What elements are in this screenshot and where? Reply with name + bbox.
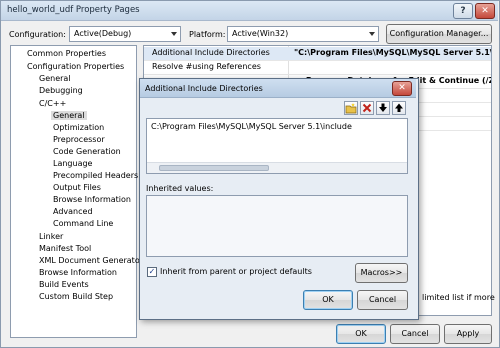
delete-icon[interactable] bbox=[360, 101, 374, 115]
grid-row[interactable]: Additional Include Directories "C:\Progr… bbox=[144, 47, 491, 61]
cancel-button[interactable]: Cancel bbox=[390, 324, 440, 344]
new-folder-icon[interactable] bbox=[344, 101, 358, 115]
tree-item-browse-information[interactable]: Browse Information bbox=[53, 195, 131, 204]
tree-item-general[interactable]: General bbox=[39, 74, 71, 83]
dialog-ok-button[interactable]: OK bbox=[303, 290, 353, 310]
dialog-close-icon[interactable]: ✕ bbox=[392, 81, 412, 96]
dialog-cancel-button[interactable]: Cancel bbox=[357, 290, 408, 310]
apply-button[interactable]: Apply bbox=[444, 324, 492, 344]
chevron-down-icon bbox=[171, 32, 177, 36]
horizontal-scrollbar[interactable] bbox=[147, 162, 407, 173]
platform-value: Active(Win32) bbox=[232, 29, 289, 38]
property-value: "C:\Program Files\MySQL\MySQL Server 5.1… bbox=[294, 48, 491, 57]
tree-item-output-files[interactable]: Output Files bbox=[53, 183, 101, 192]
property-name: Additional Include Directories bbox=[152, 48, 270, 57]
dialog-titlebar: Additional Include Directories ✕ bbox=[140, 79, 416, 98]
help-icon[interactable]: ? bbox=[453, 3, 473, 19]
tree-item-cpp-general[interactable]: General bbox=[51, 111, 87, 120]
inherited-values-box bbox=[146, 195, 408, 257]
configuration-manager-button[interactable]: Configuration Manager... bbox=[386, 24, 492, 44]
tree-item-manifest-tool[interactable]: Manifest Tool bbox=[39, 244, 91, 253]
tree-item-browse-information-2[interactable]: Browse Information bbox=[39, 268, 117, 277]
tree-item-configuration-properties[interactable]: Configuration Properties bbox=[27, 62, 124, 71]
tree-item-command-line[interactable]: Command Line bbox=[53, 219, 113, 228]
tree-item-advanced[interactable]: Advanced bbox=[53, 207, 93, 216]
tree-item-c-cpp[interactable]: C/C++ bbox=[39, 99, 66, 108]
tree-item-custom-build-step[interactable]: Custom Build Step bbox=[39, 292, 113, 301]
tree-item-code-generation[interactable]: Code Generation bbox=[53, 147, 121, 156]
tree-item-debugging[interactable]: Debugging bbox=[39, 86, 83, 95]
dialog-title: Additional Include Directories bbox=[145, 84, 263, 93]
chevron-down-icon bbox=[369, 32, 375, 36]
configuration-value: Active(Debug) bbox=[74, 29, 132, 38]
inherit-checkbox[interactable]: ✓ bbox=[147, 267, 157, 277]
inherit-checkbox-label: Inherit from parent or project defaults bbox=[160, 267, 312, 276]
move-down-icon[interactable] bbox=[376, 101, 390, 115]
configuration-dropdown[interactable]: Active(Debug) bbox=[69, 26, 181, 42]
tree-item-language[interactable]: Language bbox=[53, 159, 92, 168]
inherited-values-label: Inherited values: bbox=[146, 184, 214, 193]
platform-dropdown[interactable]: Active(Win32) bbox=[227, 26, 379, 42]
tree-item-precompiled-headers[interactable]: Precompiled Headers bbox=[53, 171, 138, 180]
directory-entry: C:\Program Files\MySQL\MySQL Server 5.1\… bbox=[151, 122, 352, 131]
tree-item-common-properties[interactable]: Common Properties bbox=[27, 49, 106, 58]
platform-label: Platform: bbox=[189, 30, 226, 39]
directories-textbox[interactable]: C:\Program Files\MySQL\MySQL Server 5.1\… bbox=[146, 118, 408, 174]
ok-button[interactable]: OK bbox=[336, 324, 386, 344]
scrollbar-thumb[interactable] bbox=[159, 165, 269, 171]
window-title: hello_world_udf Property Pages bbox=[7, 5, 140, 15]
window-titlebar: hello_world_udf Property Pages bbox=[1, 1, 498, 21]
move-up-icon[interactable] bbox=[392, 101, 406, 115]
grid-row[interactable]: Resolve #using References bbox=[144, 61, 491, 75]
macros-button[interactable]: Macros>> bbox=[355, 263, 408, 283]
tree-item-xml-document-generator[interactable]: XML Document Generator bbox=[39, 256, 143, 265]
tree-item-preprocessor[interactable]: Preprocessor bbox=[53, 135, 105, 144]
close-icon[interactable]: ✕ bbox=[475, 3, 495, 19]
tree-item-optimization[interactable]: Optimization bbox=[53, 123, 104, 132]
configuration-label: Configuration: bbox=[9, 30, 66, 39]
property-tree[interactable]: Common Properties Configuration Properti… bbox=[10, 45, 143, 338]
property-name: Resolve #using References bbox=[152, 62, 261, 71]
tree-item-build-events[interactable]: Build Events bbox=[39, 280, 89, 289]
description-text: limited list if more bbox=[422, 293, 495, 302]
tree-item-linker[interactable]: Linker bbox=[39, 232, 63, 241]
